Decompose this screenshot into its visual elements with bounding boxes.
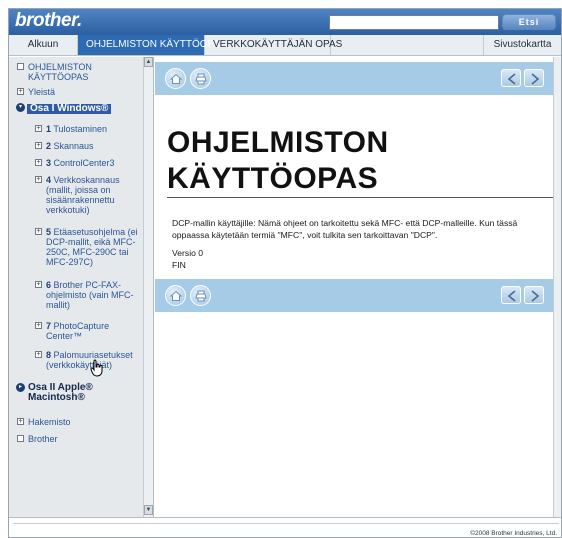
page-title-line: KÄYTTÖOPAS xyxy=(167,162,379,195)
copyright-text: ©2008 Brother Industries, Ltd. xyxy=(470,530,557,537)
sidebar-item-macintosh[interactable]: ▸ Osa II Apple® Macintosh® xyxy=(16,382,139,403)
sidebar-item-label: Tulostaminen xyxy=(53,124,108,134)
tab-software-guide[interactable]: OHJELMISTON KÄYTTÖOPAS xyxy=(78,35,227,55)
expand-icon: + xyxy=(35,176,42,183)
sidebar-item-printing[interactable]: + 1 Tulostaminen xyxy=(35,124,139,134)
sidebar-item-scanning[interactable]: + 2 Skannaus xyxy=(35,141,139,151)
collapse-icon: ▾ xyxy=(16,103,25,112)
expand-icon: + xyxy=(35,228,42,235)
sidebar-item-windows[interactable]: ▾ Osa I Windows® xyxy=(16,103,139,114)
sidebar-item-photocapture[interactable]: + 7 PhotoCapture Center™ xyxy=(35,321,139,341)
hand-cursor-icon xyxy=(90,359,103,377)
printer-icon[interactable] xyxy=(190,68,211,89)
sidebar-item-label: Etäasetusohjelma (ei DCP-mallit, eikä MF… xyxy=(46,227,138,267)
tab-home[interactable]: Alkuun xyxy=(9,35,78,55)
language-label: FIN xyxy=(172,260,186,270)
sidebar-item-general[interactable]: + Yleistä xyxy=(17,87,139,97)
sidebar-scrollbar[interactable]: ▲ ▼ xyxy=(143,57,153,517)
expand-icon: + xyxy=(35,322,42,329)
intro-paragraph: DCP-mallin käyttäjille: Nämä ohjeet on t… xyxy=(172,218,518,240)
footer-divider xyxy=(13,523,559,524)
sidebar-item-label: Brother xyxy=(28,434,58,444)
sidebar-item-label: Brother PC-FAX-ohjelmisto (vain MFC-mall… xyxy=(46,280,134,310)
sidebar-item-firewall[interactable]: + 8 Palomuuriasetukset (verkkokäyttäjät) xyxy=(35,350,139,370)
tab-network-guide[interactable]: VERKKOKÄYTTÄJÄN OPAS xyxy=(205,35,342,55)
printer-icon[interactable] xyxy=(190,285,211,306)
expand-icon: + xyxy=(17,418,24,425)
sidebar-item-index[interactable]: + Hakemisto xyxy=(17,417,139,427)
sidebar-item-controlcenter[interactable]: + 3 ControlCenter3 xyxy=(35,158,139,168)
header-bar: brother. Etsi xyxy=(9,9,561,35)
sidebar-item-label: Osa I Windows® xyxy=(27,104,112,114)
nav-bar-top xyxy=(155,62,553,95)
sidebar-item-network-scanning[interactable]: + 4 Verkkoskannaus (mallit, joissa on si… xyxy=(35,175,139,215)
page-icon xyxy=(17,435,24,442)
next-arrow-icon[interactable] xyxy=(524,286,544,304)
sidebar-item-guide[interactable]: OHJELMISTON KÄYTTÖOPAS xyxy=(17,62,139,82)
scroll-up-icon[interactable]: ▲ xyxy=(144,57,153,67)
sidebar-item-remote-setup[interactable]: + 5 Etäasetusohjelma (ei DCP-mallit, eik… xyxy=(35,227,139,267)
expand-icon: + xyxy=(35,281,42,288)
version-label: Versio 0 xyxy=(172,248,204,258)
expand-icon: + xyxy=(17,88,24,95)
search-button[interactable]: Etsi xyxy=(502,14,556,30)
tab-sitemap[interactable]: Sivustokartta xyxy=(483,35,561,55)
nav-bar-bottom xyxy=(155,279,553,312)
app-window: brother. Etsi Alkuun OHJELMISTON KÄYTTÖO… xyxy=(8,8,562,538)
home-icon[interactable] xyxy=(165,285,186,306)
sidebar-item-pcfax[interactable]: + 6 Brother PC-FAX-ohjelmisto (vain MFC-… xyxy=(35,280,139,310)
expand-icon: ▸ xyxy=(16,383,25,392)
sidebar-item-label: Hakemisto xyxy=(28,417,71,427)
home-icon[interactable] xyxy=(165,68,186,89)
scroll-down-icon[interactable]: ▼ xyxy=(144,505,153,515)
next-arrow-icon[interactable] xyxy=(524,69,544,87)
expand-icon: + xyxy=(35,142,42,149)
expand-icon: + xyxy=(35,159,42,166)
page-title: OHJELMISTON KÄYTTÖOPAS xyxy=(167,125,549,197)
sidebar-item-label: ControlCenter3 xyxy=(53,158,115,168)
sidebar-nav: OHJELMISTON KÄYTTÖOPAS + Yleistä ▾ Osa I… xyxy=(9,57,154,517)
expand-icon: + xyxy=(35,351,42,358)
previous-arrow-icon[interactable] xyxy=(501,69,521,87)
page-title-line: OHJELMISTON xyxy=(167,126,389,159)
expand-icon: + xyxy=(35,125,42,132)
search-input[interactable] xyxy=(329,15,499,30)
content-scrollbar[interactable] xyxy=(553,57,561,517)
sidebar-item-label: Verkkoskannaus (mallit, joissa on sisään… xyxy=(46,175,120,215)
tab-bar: Alkuun OHJELMISTON KÄYTTÖOPAS VERKKOKÄYT… xyxy=(9,35,561,56)
sidebar-item-label: Osa II Apple® Macintosh® xyxy=(28,382,93,403)
brother-logo: brother. xyxy=(15,10,82,31)
title-divider xyxy=(167,197,553,198)
sidebar-item-label: Yleistä xyxy=(28,87,56,97)
content-pane: OHJELMISTON KÄYTTÖOPAS DCP-mallin käyttä… xyxy=(155,57,561,517)
sidebar-item-brother[interactable]: Brother xyxy=(17,434,139,444)
footer: ©2008 Brother Industries, Ltd. xyxy=(9,517,561,537)
previous-arrow-icon[interactable] xyxy=(501,286,521,304)
page-icon xyxy=(17,63,24,70)
sidebar-item-label: Skannaus xyxy=(53,141,94,151)
sidebar-item-label: OHJELMISTON KÄYTTÖOPAS xyxy=(28,62,92,82)
sidebar-item-label: PhotoCapture Center™ xyxy=(46,321,110,341)
